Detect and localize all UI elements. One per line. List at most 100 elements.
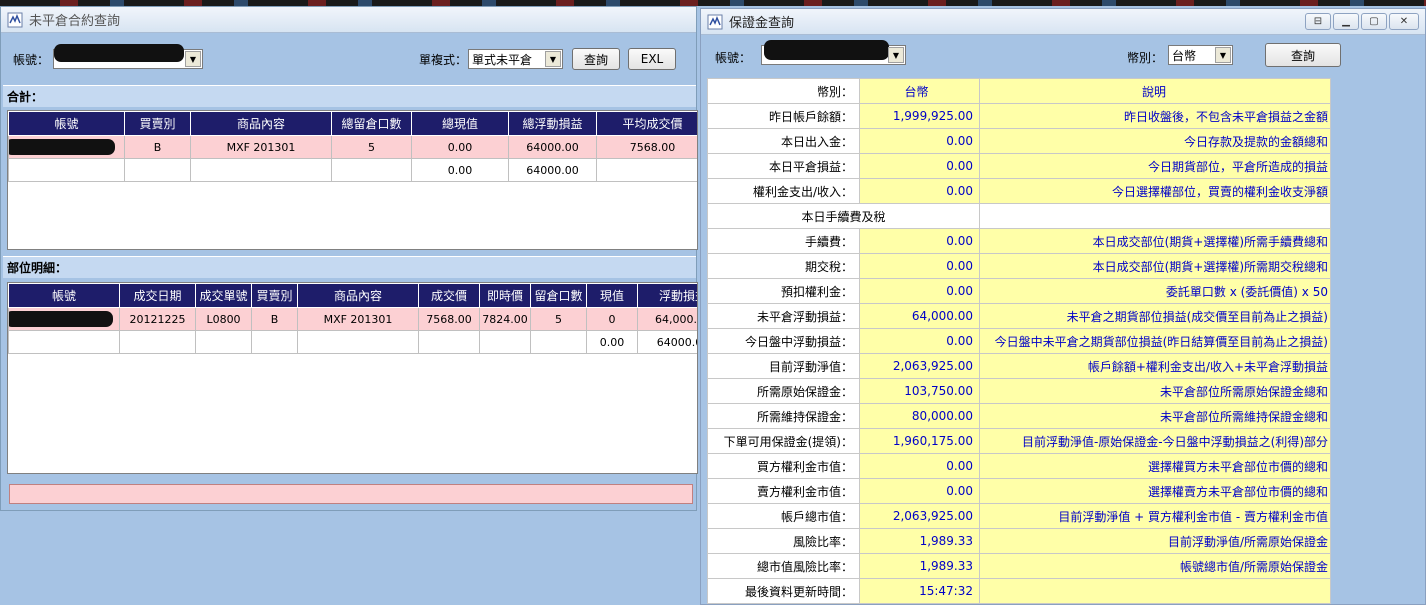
query-button[interactable]: 查詢 bbox=[572, 48, 620, 70]
column-header[interactable]: 即時價 bbox=[479, 283, 531, 308]
column-header[interactable]: 商品內容 bbox=[297, 283, 419, 308]
row-description: 帳號總市值/所需原始保證金 bbox=[979, 553, 1331, 579]
margin-query-window: 保證金查詢 ⊟ ▁ ▢ ✕ 帳號： ▼ 幣別： 台幣 ▼ 查詢 幣別： 台幣 說… bbox=[700, 8, 1426, 605]
open-position-titlebar[interactable]: 未平倉合約查詢 bbox=[1, 7, 696, 33]
header-currency-cell: 台幣 bbox=[859, 78, 980, 104]
row-description: 今日期貨部位，平倉所造成的損益 bbox=[979, 153, 1331, 179]
table-row[interactable]: 0.00 64000.00 bbox=[8, 158, 697, 182]
export-excel-button[interactable]: EXL bbox=[628, 48, 676, 70]
row-description: 今日存款及提款的金額總和 bbox=[979, 128, 1331, 154]
currency-value: 台幣 bbox=[1172, 48, 1197, 63]
row-description bbox=[979, 578, 1331, 604]
minimize-icon[interactable]: ▁ bbox=[1333, 13, 1359, 30]
column-header[interactable]: 平均成交價 bbox=[596, 111, 697, 136]
table-cell bbox=[124, 158, 191, 182]
margin-row: 預扣權利金： 0.00 委託單口數 x (委託價值) x 50 bbox=[707, 278, 1331, 304]
row-value: 15:47:32 bbox=[859, 578, 980, 604]
status-bar bbox=[9, 484, 693, 504]
chevron-down-icon[interactable]: ▼ bbox=[185, 51, 201, 67]
maximize-icon[interactable]: ▢ bbox=[1361, 13, 1387, 30]
row-value: 0.00 bbox=[859, 478, 980, 504]
row-value: 103,750.00 bbox=[859, 378, 980, 404]
column-header[interactable]: 帳號 bbox=[8, 111, 125, 136]
table-cell: 0 bbox=[586, 307, 638, 331]
margin-row: 權利金支出/收入： 0.00 今日選擇權部位，買賣的權利金收支淨額 bbox=[707, 178, 1331, 204]
column-header[interactable]: 買賣別 bbox=[251, 283, 298, 308]
row-description: 帳戶餘額+權利金支出/收入+未平倉浮動損益 bbox=[979, 353, 1331, 379]
account-label: 帳號： bbox=[715, 51, 752, 65]
column-header[interactable]: 浮動損益 bbox=[637, 283, 697, 308]
column-header[interactable]: 買賣別 bbox=[124, 111, 191, 136]
column-header[interactable]: 總浮動損益 bbox=[508, 111, 597, 136]
redacted-account bbox=[54, 44, 184, 62]
table-cell: B bbox=[124, 135, 191, 159]
column-header[interactable]: 成交單號 bbox=[195, 283, 252, 308]
row-label: 昨日帳戶餘額： bbox=[707, 103, 860, 129]
close-icon[interactable]: ✕ bbox=[1389, 13, 1419, 30]
table-cell: 7568.00 bbox=[596, 135, 697, 159]
row-description: 選擇權買方未平倉部位市價的總和 bbox=[979, 453, 1331, 479]
row-value: 0.00 bbox=[859, 178, 980, 204]
column-header[interactable]: 總現值 bbox=[411, 111, 509, 136]
chevron-down-icon[interactable]: ▼ bbox=[1215, 47, 1231, 63]
row-label: 下單可用保證金(提領)： bbox=[707, 428, 860, 454]
row-value: 1,999,925.00 bbox=[859, 103, 980, 129]
currency-select[interactable]: 台幣 ▼ bbox=[1168, 45, 1233, 65]
row-description: 目前浮動淨值 + 買方權利金市值 - 賣方權利金市值 bbox=[979, 503, 1331, 529]
table-cell: MXF 201301 bbox=[190, 135, 332, 159]
position-type-select[interactable]: 單式未平倉 ▼ bbox=[468, 49, 563, 69]
margin-row: 本日平倉損益： 0.00 今日期貨部位，平倉所造成的損益 bbox=[707, 153, 1331, 179]
restore-icon[interactable]: ⊟ bbox=[1305, 13, 1331, 30]
margin-row: 所需原始保證金： 103,750.00 未平倉部位所需原始保證金總和 bbox=[707, 378, 1331, 404]
account-select[interactable]: ▼ bbox=[53, 44, 203, 69]
margin-row: 下單可用保證金(提領)： 1,960,175.00 目前浮動淨值-原始保證金-今日盤… bbox=[707, 428, 1331, 454]
table-row[interactable]: 0.00 64000.00 bbox=[8, 330, 697, 354]
column-header[interactable]: 商品內容 bbox=[190, 111, 332, 136]
table-cell: 64000.00 bbox=[637, 330, 697, 354]
row-description: 委託單口數 x (委託價值) x 50 bbox=[979, 278, 1331, 304]
table-cell bbox=[479, 330, 531, 354]
margin-row: 最後資料更新時間： 15:47:32 bbox=[707, 578, 1331, 604]
margin-row: 所需維持保證金： 80,000.00 未平倉部位所需維持保證金總和 bbox=[707, 403, 1331, 429]
query-button[interactable]: 查詢 bbox=[1265, 43, 1341, 67]
row-label: 本日出入金： bbox=[707, 128, 860, 154]
row-label: 最後資料更新時間： bbox=[707, 578, 860, 604]
account-cell bbox=[8, 135, 125, 159]
chevron-down-icon[interactable]: ▼ bbox=[545, 51, 561, 67]
row-label: 風險比率： bbox=[707, 528, 860, 554]
column-header[interactable]: 成交價 bbox=[418, 283, 480, 308]
table-row[interactable]: 20121225 L0800 B MXF 201301 7568.00 7824… bbox=[8, 307, 697, 331]
row-description: 未平倉部位所需維持保證金總和 bbox=[979, 403, 1331, 429]
type-label: 單複式： bbox=[419, 53, 468, 67]
table-cell: 0.00 bbox=[411, 135, 509, 159]
table-cell bbox=[190, 158, 332, 182]
table-cell bbox=[195, 330, 252, 354]
row-label: 預扣權利金： bbox=[707, 278, 860, 304]
margin-row: 未平倉浮動損益： 64,000.00 未平倉之期貨部位損益(成交價至目前為止之損益) bbox=[707, 303, 1331, 329]
app-icon bbox=[7, 12, 23, 28]
column-header[interactable]: 現值 bbox=[586, 283, 638, 308]
table-cell: 7824.00 bbox=[479, 307, 531, 331]
column-header[interactable]: 帳號 bbox=[8, 283, 120, 308]
margin-row: 期交稅： 0.00 本日成交部位(期貨+選擇權)所需期交稅總和 bbox=[707, 253, 1331, 279]
chevron-down-icon[interactable]: ▼ bbox=[888, 47, 904, 63]
column-header[interactable]: 總留倉口數 bbox=[331, 111, 412, 136]
margin-row: 賣方權利金市值： 0.00 選擇權賣方未平倉部位市價的總和 bbox=[707, 478, 1331, 504]
column-header[interactable]: 成交日期 bbox=[119, 283, 196, 308]
window-title: 保證金查詢 bbox=[729, 16, 795, 31]
summary-grid[interactable]: 帳號 買賣別 商品內容 總留倉口數 總現值 總浮動損益 平均成交價 B MXF … bbox=[7, 110, 698, 250]
margin-query-titlebar[interactable]: 保證金查詢 ⊟ ▁ ▢ ✕ bbox=[701, 9, 1425, 35]
table-cell bbox=[8, 158, 125, 182]
row-description: 今日盤中未平倉之期貨部位損益(昨日結算價至目前為止之損益) bbox=[979, 328, 1331, 354]
window-controls: ⊟ ▁ ▢ ✕ bbox=[1305, 13, 1419, 30]
row-label: 所需維持保證金： bbox=[707, 403, 860, 429]
row-description: 目前浮動淨值/所需原始保證金 bbox=[979, 528, 1331, 554]
account-cell bbox=[8, 307, 120, 331]
row-value: 0.00 bbox=[859, 278, 980, 304]
column-header[interactable]: 留倉口數 bbox=[530, 283, 587, 308]
row-value: 2,063,925.00 bbox=[859, 503, 980, 529]
table-row[interactable]: B MXF 201301 5 0.00 64000.00 7568.00 bbox=[8, 135, 697, 159]
account-select[interactable]: ▼ bbox=[761, 40, 906, 65]
detail-grid[interactable]: 帳號 成交日期 成交單號 買賣別 商品內容 成交價 即時價 留倉口數 現值 浮動… bbox=[7, 282, 698, 474]
row-value: 64,000.00 bbox=[859, 303, 980, 329]
